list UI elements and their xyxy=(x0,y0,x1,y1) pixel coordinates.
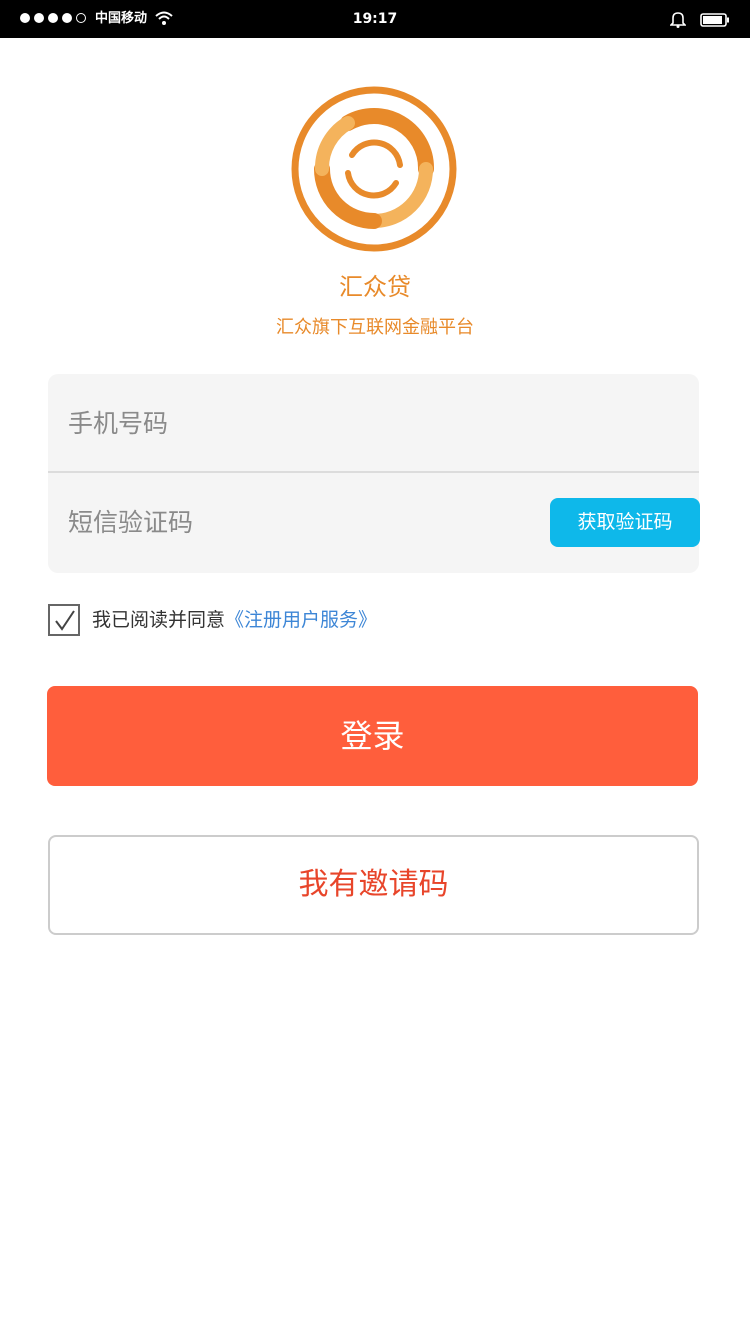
terms-link[interactable]: 《注册用户服务》 xyxy=(225,603,377,637)
sms-code-input[interactable] xyxy=(68,497,528,547)
bell-icon xyxy=(669,10,687,32)
login-form: 获取验证码 xyxy=(48,374,700,573)
phone-field-row xyxy=(48,374,699,473)
invite-code-button[interactable]: 我有邀请码 xyxy=(48,835,699,935)
app-tagline: 汇众旗下互联网金融平台 xyxy=(276,317,474,338)
battery-icon xyxy=(700,12,730,31)
status-time: 19:17 xyxy=(352,11,398,27)
check-icon xyxy=(55,610,75,631)
agreement-row: 我已阅读并同意 《注册用户服务》 xyxy=(48,603,377,637)
sms-field-row: 获取验证码 xyxy=(48,473,700,571)
get-code-button[interactable]: 获取验证码 xyxy=(550,498,700,547)
login-button[interactable]: 登录 xyxy=(47,686,698,786)
app-name: 汇众贷 xyxy=(339,273,411,301)
agree-text: 我已阅读并同意 xyxy=(92,609,226,631)
logo-icon xyxy=(290,85,458,253)
phone-input[interactable] xyxy=(68,398,528,448)
status-bar: 中国移动 19:17 xyxy=(0,0,750,38)
agree-checkbox[interactable] xyxy=(48,604,80,636)
